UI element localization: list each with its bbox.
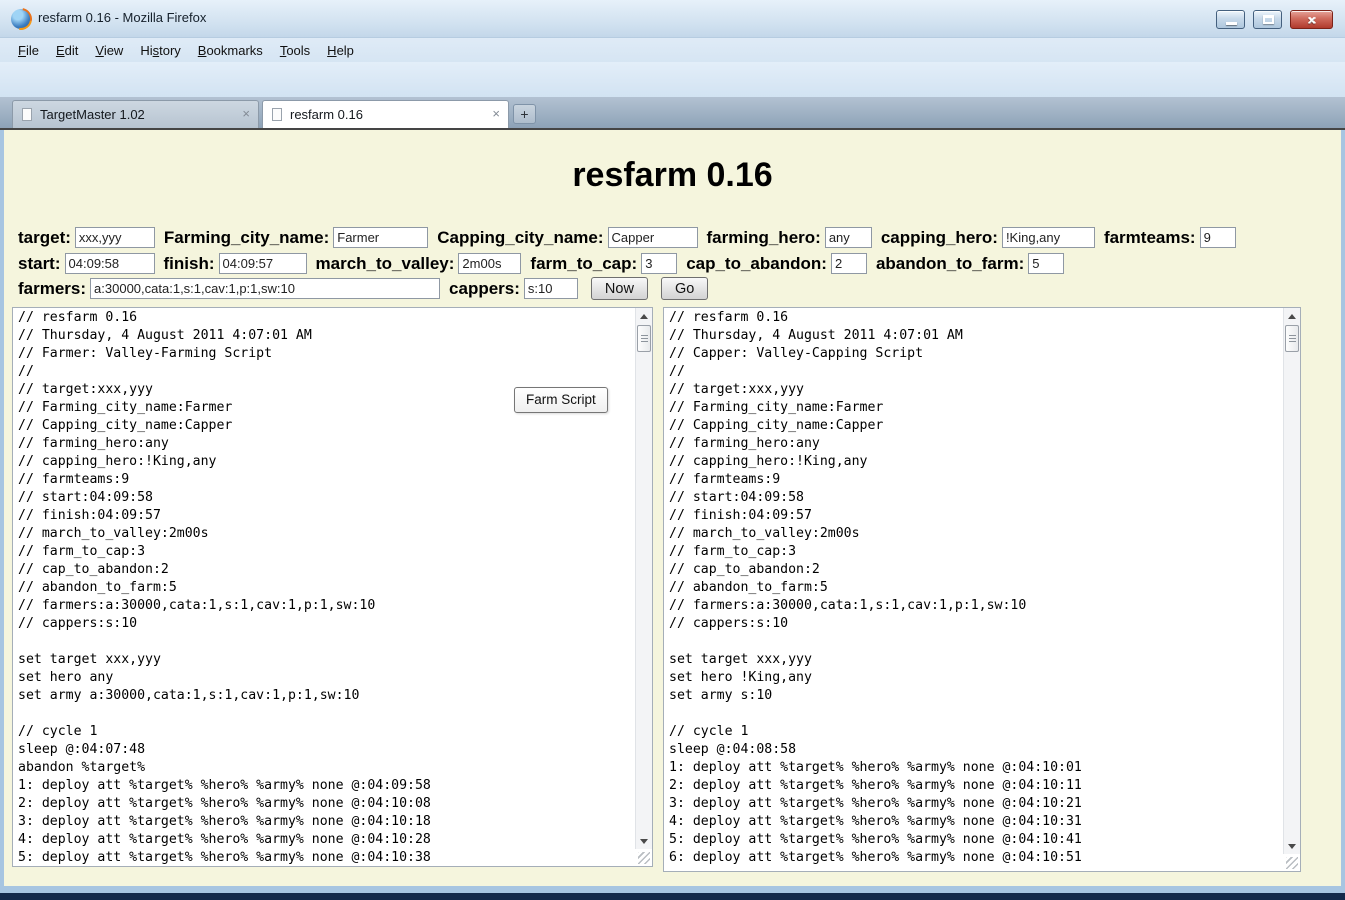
new-tab-button[interactable]: + — [513, 104, 536, 124]
farmteams-input[interactable] — [1200, 227, 1236, 248]
farmers-label: farmers: — [18, 279, 86, 299]
farmers-input[interactable] — [90, 278, 440, 299]
scroll-up-button[interactable] — [1284, 308, 1301, 324]
cap-to-abandon-label: cap_to_abandon: — [686, 254, 827, 274]
finish-input[interactable] — [219, 253, 307, 274]
menu-edit[interactable]: Edit — [56, 43, 78, 58]
maximize-icon — [1263, 15, 1274, 24]
cappers-input[interactable] — [524, 278, 578, 299]
menu-file[interactable]: File — [18, 43, 39, 58]
tab-title: resfarm 0.16 — [290, 107, 363, 122]
scroll-up-button[interactable] — [636, 308, 653, 324]
window-border-dark — [0, 893, 1345, 900]
menu-bar: File Edit View History Bookmarks Tools H… — [0, 38, 1345, 62]
farmer-scrollbar[interactable] — [635, 308, 652, 849]
menu-tools[interactable]: Tools — [280, 43, 310, 58]
tab-title: TargetMaster 1.02 — [40, 107, 145, 122]
page-title: resfarm 0.16 — [0, 156, 1345, 195]
scrollbar-thumb[interactable] — [1285, 325, 1299, 352]
target-label: target: — [18, 228, 71, 248]
form-row-3: farmers: cappers: Now Go — [18, 277, 708, 300]
scrollbar-thumb[interactable] — [637, 325, 651, 352]
menu-help[interactable]: Help — [327, 43, 354, 58]
window-controls: × — [1216, 10, 1333, 29]
march-to-valley-input[interactable] — [458, 253, 521, 274]
resize-grip[interactable] — [1286, 857, 1298, 869]
scroll-up-icon — [1288, 314, 1296, 319]
menu-bookmarks[interactable]: Bookmarks — [198, 43, 263, 58]
form-row-1: target: Farming_city_name: Capping_city_… — [18, 226, 1236, 249]
tab-favicon — [272, 108, 282, 121]
start-input[interactable] — [65, 253, 155, 274]
target-input[interactable] — [75, 227, 155, 248]
menu-history[interactable]: History — [140, 43, 180, 58]
farming-hero-label: farming_hero: — [707, 228, 821, 248]
farming-city-name-input[interactable] — [333, 227, 428, 248]
start-label: start: — [18, 254, 61, 274]
navigation-toolbar: ← → file:///C:/Evony/yaeb/tools/resfarm/… — [0, 62, 1345, 97]
scroll-up-icon — [640, 314, 648, 319]
capper-scrollbar[interactable] — [1283, 308, 1300, 854]
capper-script-textarea[interactable]: // resfarm 0.16 // Thursday, 4 August 20… — [664, 308, 1300, 871]
cap-to-abandon-input[interactable] — [831, 253, 867, 274]
tab-close-icon[interactable]: × — [492, 106, 500, 121]
capping-city-name-input[interactable] — [608, 227, 698, 248]
abandon-to-farm-label: abandon_to_farm: — [876, 254, 1024, 274]
tab-resfarm[interactable]: resfarm 0.16 × — [262, 100, 509, 128]
form-row-2: start: finish: march_to_valley: farm_to_… — [18, 252, 1064, 275]
farm-to-cap-input[interactable] — [641, 253, 677, 274]
tab-close-icon[interactable]: × — [242, 106, 250, 121]
farmteams-label: farmteams: — [1104, 228, 1196, 248]
window-border-light — [0, 886, 1345, 893]
close-icon: × — [1291, 11, 1332, 29]
minimize-icon — [1226, 22, 1237, 25]
window-titlebar: resfarm 0.16 - Mozilla Firefox × — [0, 0, 1345, 38]
farming-city-name-label: Farming_city_name: — [164, 228, 329, 248]
capping-hero-input[interactable] — [1002, 227, 1095, 248]
march-to-valley-label: march_to_valley: — [316, 254, 455, 274]
window-title: resfarm 0.16 - Mozilla Firefox — [38, 10, 206, 25]
go-button[interactable]: Go — [661, 277, 708, 300]
capper-script-pane: // resfarm 0.16 // Thursday, 4 August 20… — [663, 307, 1301, 872]
abandon-to-farm-input[interactable] — [1028, 253, 1064, 274]
capping-hero-label: capping_hero: — [881, 228, 998, 248]
scroll-down-button[interactable] — [1284, 838, 1301, 854]
finish-label: finish: — [164, 254, 215, 274]
capping-city-name-label: Capping_city_name: — [437, 228, 603, 248]
menu-view[interactable]: View — [95, 43, 123, 58]
maximize-button[interactable] — [1253, 10, 1282, 29]
cappers-label: cappers: — [449, 279, 520, 299]
firefox-icon — [11, 9, 31, 29]
farm-script-tooltip: Farm Script — [514, 387, 608, 413]
minimize-button[interactable] — [1216, 10, 1245, 29]
scroll-down-button[interactable] — [636, 833, 653, 849]
resize-grip[interactable] — [638, 852, 650, 864]
farm-to-cap-label: farm_to_cap: — [530, 254, 637, 274]
farming-hero-input[interactable] — [825, 227, 872, 248]
tab-favicon — [22, 108, 32, 121]
tab-targetmaster[interactable]: TargetMaster 1.02 × — [12, 100, 259, 128]
scroll-down-icon — [640, 839, 648, 844]
tab-bar: TargetMaster 1.02 × resfarm 0.16 × + — [0, 97, 1345, 128]
close-button[interactable]: × — [1290, 10, 1333, 29]
now-button[interactable]: Now — [591, 277, 648, 300]
scroll-down-icon — [1288, 844, 1296, 849]
